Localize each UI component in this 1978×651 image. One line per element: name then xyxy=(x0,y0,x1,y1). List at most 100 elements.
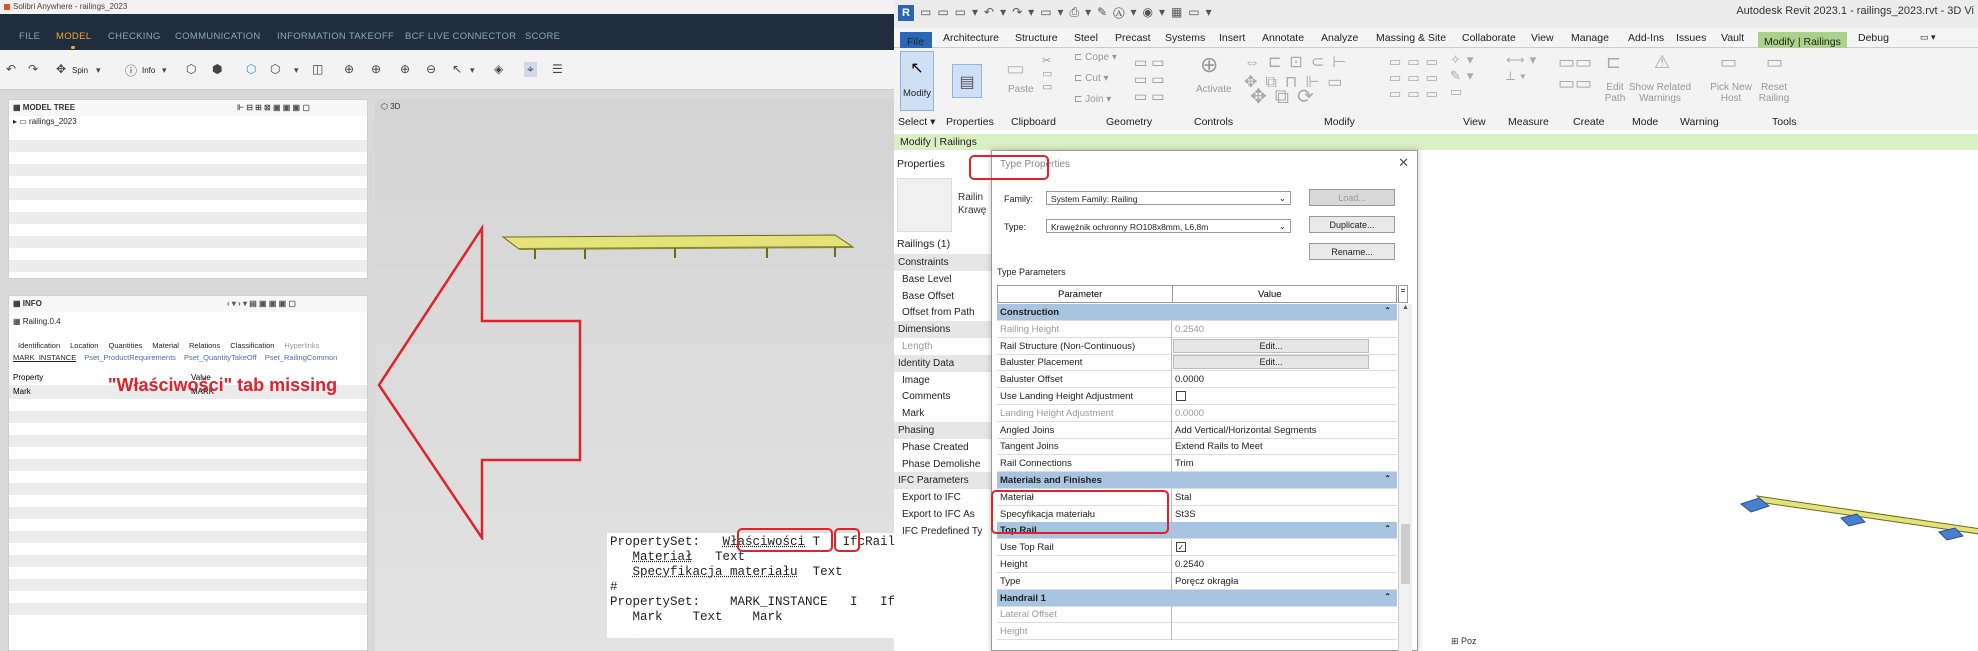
show-related-icon[interactable]: ⚠ xyxy=(1654,52,1670,73)
reset-railing-label[interactable]: Reset Railing xyxy=(1756,82,1792,104)
chevron-down-icon[interactable]: ▾ xyxy=(162,65,167,76)
property-row[interactable]: Length xyxy=(894,338,992,355)
tab-issues[interactable]: Issues xyxy=(1676,32,1706,44)
menu-score[interactable]: SCORE xyxy=(525,31,560,42)
chevron-down-icon[interactable]: ▾ xyxy=(294,65,299,76)
property-row[interactable]: Base Level xyxy=(894,271,992,288)
redo-icon[interactable]: ↷ xyxy=(28,62,38,76)
family-dropdown[interactable]: System Family: Railing ⌄ xyxy=(1046,191,1291,205)
tab-massing-site[interactable]: Massing & Site xyxy=(1376,32,1446,44)
menu-file[interactable]: FILE xyxy=(19,31,40,42)
checkbox[interactable] xyxy=(1176,391,1186,401)
collapse-icon[interactable]: ⌃ xyxy=(1384,306,1391,315)
info-icon[interactable]: ⓘ xyxy=(125,62,137,79)
table-row[interactable]: Lateral Offset xyxy=(997,606,1397,624)
table-row[interactable]: Height xyxy=(997,623,1397,641)
parameter-value[interactable]: 0.2540 xyxy=(1175,324,1375,335)
property-group[interactable]: Dimensions xyxy=(894,321,992,339)
section-plane-icon[interactable]: ◈ xyxy=(494,62,503,76)
property-row[interactable]: Phase Demolishe xyxy=(894,456,992,473)
collapse-icon[interactable]: ▦ xyxy=(13,103,23,112)
zoom-out-icon[interactable]: ⊖ xyxy=(426,62,436,76)
table-row[interactable]: Rail Connections Trim xyxy=(997,455,1397,473)
tab-material[interactable]: Material xyxy=(152,341,179,350)
box-icon[interactable]: ⬡ xyxy=(270,62,280,76)
ribbon-options-icon[interactable]: ▭ ▾ xyxy=(1920,32,1936,43)
tab-vault[interactable]: Vault xyxy=(1721,32,1744,44)
chevron-down-icon[interactable]: ▾ xyxy=(96,65,101,76)
activate-icon[interactable]: ⊕ xyxy=(1200,52,1218,78)
view-icons[interactable]: ✧▾ ✎▾ ▭ xyxy=(1450,52,1479,100)
menu-communication[interactable]: COMMUNICATION xyxy=(175,31,261,42)
table-row[interactable]: Type Poręcz okrągła xyxy=(997,572,1397,590)
collapse-icon[interactable]: ⌃ xyxy=(1384,474,1391,483)
modify-small-icons[interactable]: ▭▭▭ ▭▭▭ ▭▭▭ xyxy=(1389,54,1444,102)
tab-structure[interactable]: Structure xyxy=(1015,32,1058,44)
zoom-window-icon[interactable]: ⊕ xyxy=(400,62,410,76)
undo-icon[interactable]: ↶ xyxy=(6,62,16,76)
type-dropdown[interactable]: Krawężnik ochronny RO108x8mm, L6,8m ⌄ xyxy=(1046,219,1291,233)
grid-scrollbar[interactable]: ▲ xyxy=(1398,304,1412,651)
tab-add-ins[interactable]: Add-Ins xyxy=(1628,32,1664,44)
table-row[interactable]: Rail Structure (Non-Continuous) Edit... xyxy=(997,337,1397,355)
qat-icons[interactable]: ▭▭▭▾↶▾↷▾▭▾⎙▾✎Ⓐ▾◉▾▦▭▾ xyxy=(920,5,1218,20)
info-nav-icons[interactable]: ‹ ▾ › ▾ ▤ ▣ ▣ ▣ ▢ xyxy=(227,299,296,308)
property-group[interactable]: Phasing xyxy=(894,422,992,439)
parameter-value[interactable]: St3S xyxy=(1175,509,1375,520)
table-row[interactable]: Angled Joins Add Vertical/Horizontal Segm… xyxy=(997,421,1397,439)
checkbox[interactable]: ✓ xyxy=(1176,542,1186,553)
collapse-icon[interactable]: ⌃ xyxy=(1384,524,1391,533)
parameter-value[interactable]: 0.0000 xyxy=(1175,408,1375,419)
tree-item-railings[interactable]: ▸ ▭ railings_2023 xyxy=(9,116,367,128)
table-row[interactable]: Use Top Rail ✓ xyxy=(997,539,1397,557)
property-row[interactable]: Base Offset xyxy=(894,288,992,305)
property-row[interactable]: Comments xyxy=(894,388,992,405)
parameter-value[interactable]: Add Vertical/Horizontal Segments xyxy=(1175,425,1375,436)
tab-mark-instance[interactable]: MARK_INSTANCE xyxy=(13,353,76,362)
sort-icon[interactable]: = xyxy=(1398,285,1408,303)
tab-debug[interactable]: Debug xyxy=(1858,32,1889,44)
parameter-value[interactable]: Trim xyxy=(1175,458,1375,469)
tab-systems[interactable]: Systems xyxy=(1165,32,1205,44)
tab-collaborate[interactable]: Collaborate xyxy=(1462,32,1516,44)
table-row[interactable]: Use Landing Height Adjustment xyxy=(997,388,1397,405)
measure-icons[interactable]: ⟷▾ ⟂▾ xyxy=(1506,52,1541,84)
spin-button[interactable]: Spin xyxy=(72,66,88,75)
property-row[interactable]: Phase Created xyxy=(894,439,992,456)
edit-path-icon[interactable]: ⊏ xyxy=(1606,52,1621,73)
cope-button[interactable]: ⊏ Cope ▾ xyxy=(1074,52,1117,63)
paste-icon[interactable]: ▭ xyxy=(1006,56,1025,81)
spin-icon[interactable]: ✥ xyxy=(56,62,66,76)
tab-analyze[interactable]: Analyze xyxy=(1321,32,1358,44)
table-row[interactable]: Baluster Placement Edit... xyxy=(997,354,1397,372)
cube-icon[interactable]: ⬡ xyxy=(246,62,256,76)
cut-button[interactable]: ⊏ Cut ▾ xyxy=(1074,73,1109,84)
grid-section-header[interactable]: Construction ⌃ xyxy=(997,304,1397,321)
table-row[interactable]: Railing Height 0.2540 xyxy=(997,320,1397,338)
type-properties-button[interactable]: ▤ xyxy=(952,64,982,98)
tab-quantities[interactable]: Quantities xyxy=(108,341,142,350)
parameter-value[interactable]: 0.2540 xyxy=(1175,559,1375,570)
property-group[interactable]: Constraints xyxy=(894,254,992,271)
paste-label[interactable]: Paste xyxy=(1008,84,1034,95)
section-box-icon[interactable]: ◫ xyxy=(312,62,323,76)
load-button[interactable]: Load... xyxy=(1309,189,1395,206)
modify-button[interactable]: ↖ Modify xyxy=(900,51,934,111)
property-row[interactable]: Image xyxy=(894,372,992,389)
tab-pset-quantity-takeoff[interactable]: Pset_QuantityTakeOff xyxy=(184,353,257,362)
property-row[interactable]: Export to IFC As xyxy=(894,506,992,523)
instance-count[interactable]: Railings (1) xyxy=(897,238,950,250)
models-icon[interactable]: ⬢ xyxy=(212,62,222,76)
type-selector-line1[interactable]: Railin xyxy=(958,192,983,203)
parameter-value[interactable]: Poręcz okrągła xyxy=(1175,576,1375,587)
edit-button[interactable]: Edit... xyxy=(1173,355,1369,370)
tab-precast[interactable]: Precast xyxy=(1115,32,1151,44)
table-row[interactable]: Height 0.2540 xyxy=(997,556,1397,573)
grid-section-header[interactable]: Handrail 1 ⌃ xyxy=(997,589,1397,607)
tab-hyperlinks[interactable]: Hyperlinks xyxy=(284,341,319,350)
modify-tool-icons-2[interactable]: ✥⧉⟳ xyxy=(1250,84,1322,109)
type-selector-line2[interactable]: Krawę xyxy=(958,205,986,216)
table-row[interactable]: Tangent Joins Extend Rails to Meet xyxy=(997,438,1397,456)
create-icons[interactable]: ▭▭ ▭▭ xyxy=(1558,52,1592,94)
revit-logo-icon[interactable]: R xyxy=(898,5,914,21)
